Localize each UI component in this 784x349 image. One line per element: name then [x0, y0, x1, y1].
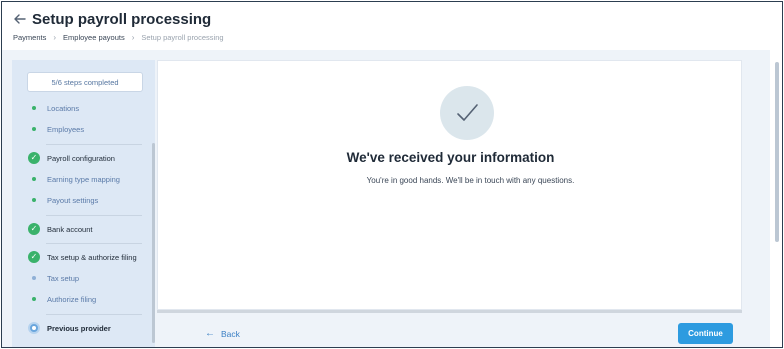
- breadcrumb: Payments › Employee payouts › Setup payr…: [13, 33, 224, 42]
- breadcrumb-item-current: Setup payroll processing: [141, 33, 224, 42]
- step-label: Bank account: [47, 224, 93, 234]
- step-label: Payout settings: [47, 195, 99, 205]
- step-tax-setup-authorize-filing[interactable]: ✓ Tax setup & authorize filing: [12, 248, 152, 266]
- step-label: Authorize filing: [47, 294, 97, 304]
- step-label: Previous provider: [47, 323, 111, 333]
- complete-dot-icon: [32, 297, 36, 301]
- check-circle-icon: ✓: [28, 152, 40, 164]
- complete-dot-icon: [32, 106, 36, 110]
- page-header: Setup payroll processing Payments › Empl…: [2, 2, 782, 50]
- back-label: Back: [221, 328, 240, 339]
- current-step-icon: [28, 322, 40, 334]
- sidebar-scrollbar[interactable]: [152, 143, 155, 343]
- step-payout-settings[interactable]: Payout settings: [12, 191, 152, 209]
- step-label: Employees: [47, 124, 85, 134]
- divider: [46, 144, 142, 145]
- step-tax-setup[interactable]: Tax setup: [12, 269, 152, 287]
- step-authorize-filing[interactable]: Authorize filing: [12, 290, 152, 308]
- confirmation-message: You're in good hands. We'll be in touch …: [366, 176, 575, 185]
- steps-sidebar: 5/6 steps completed Locations Employees …: [12, 60, 155, 347]
- breadcrumb-item-employee-payouts[interactable]: Employee payouts: [63, 33, 125, 42]
- step-label: Earning type mapping: [47, 174, 120, 184]
- complete-dot-icon: [32, 127, 36, 131]
- confirmation-heading: We've received your information: [346, 150, 555, 165]
- app-window: Setup payroll processing Payments › Empl…: [1, 1, 783, 348]
- complete-dot-icon: [32, 198, 36, 202]
- step-locations[interactable]: Locations: [12, 99, 152, 117]
- arrow-left-icon: ←: [205, 328, 215, 339]
- step-bank-account[interactable]: ✓ Bank account: [12, 220, 152, 238]
- progress-badge: 5/6 steps completed: [27, 72, 143, 92]
- checkmark-icon: [440, 86, 494, 140]
- step-previous-provider[interactable]: Previous provider: [12, 319, 152, 337]
- divider: [46, 314, 142, 315]
- breadcrumb-item-payments[interactable]: Payments: [13, 33, 46, 42]
- complete-dot-icon: [32, 177, 36, 181]
- divider: [46, 215, 142, 216]
- arrow-left-icon[interactable]: [13, 12, 27, 26]
- chevron-right-icon: ›: [131, 33, 135, 42]
- step-earning-type-mapping[interactable]: Earning type mapping: [12, 170, 152, 188]
- pending-dot-icon: [32, 276, 36, 280]
- back-button[interactable]: ← Back: [205, 328, 240, 339]
- content-area: 5/6 steps completed Locations Employees …: [2, 50, 782, 347]
- step-label: Payroll configuration: [47, 153, 115, 163]
- check-circle-icon: ✓: [28, 223, 40, 235]
- step-label: Tax setup & authorize filing: [47, 252, 137, 262]
- page-title: Setup payroll processing: [32, 11, 212, 28]
- divider: [46, 243, 142, 244]
- step-employees[interactable]: Employees: [12, 120, 152, 138]
- confirmation-panel: We've received your information You're i…: [157, 60, 742, 310]
- continue-button[interactable]: Continue: [678, 323, 733, 344]
- check-circle-icon: ✓: [28, 251, 40, 263]
- wizard-footer: ← Back Continue: [197, 313, 742, 347]
- chevron-right-icon: ›: [53, 33, 57, 42]
- page-scrollbar[interactable]: [775, 62, 779, 242]
- step-label: Locations: [47, 103, 80, 113]
- step-payroll-configuration[interactable]: ✓ Payroll configuration: [12, 149, 152, 167]
- step-label: Tax setup: [47, 273, 80, 283]
